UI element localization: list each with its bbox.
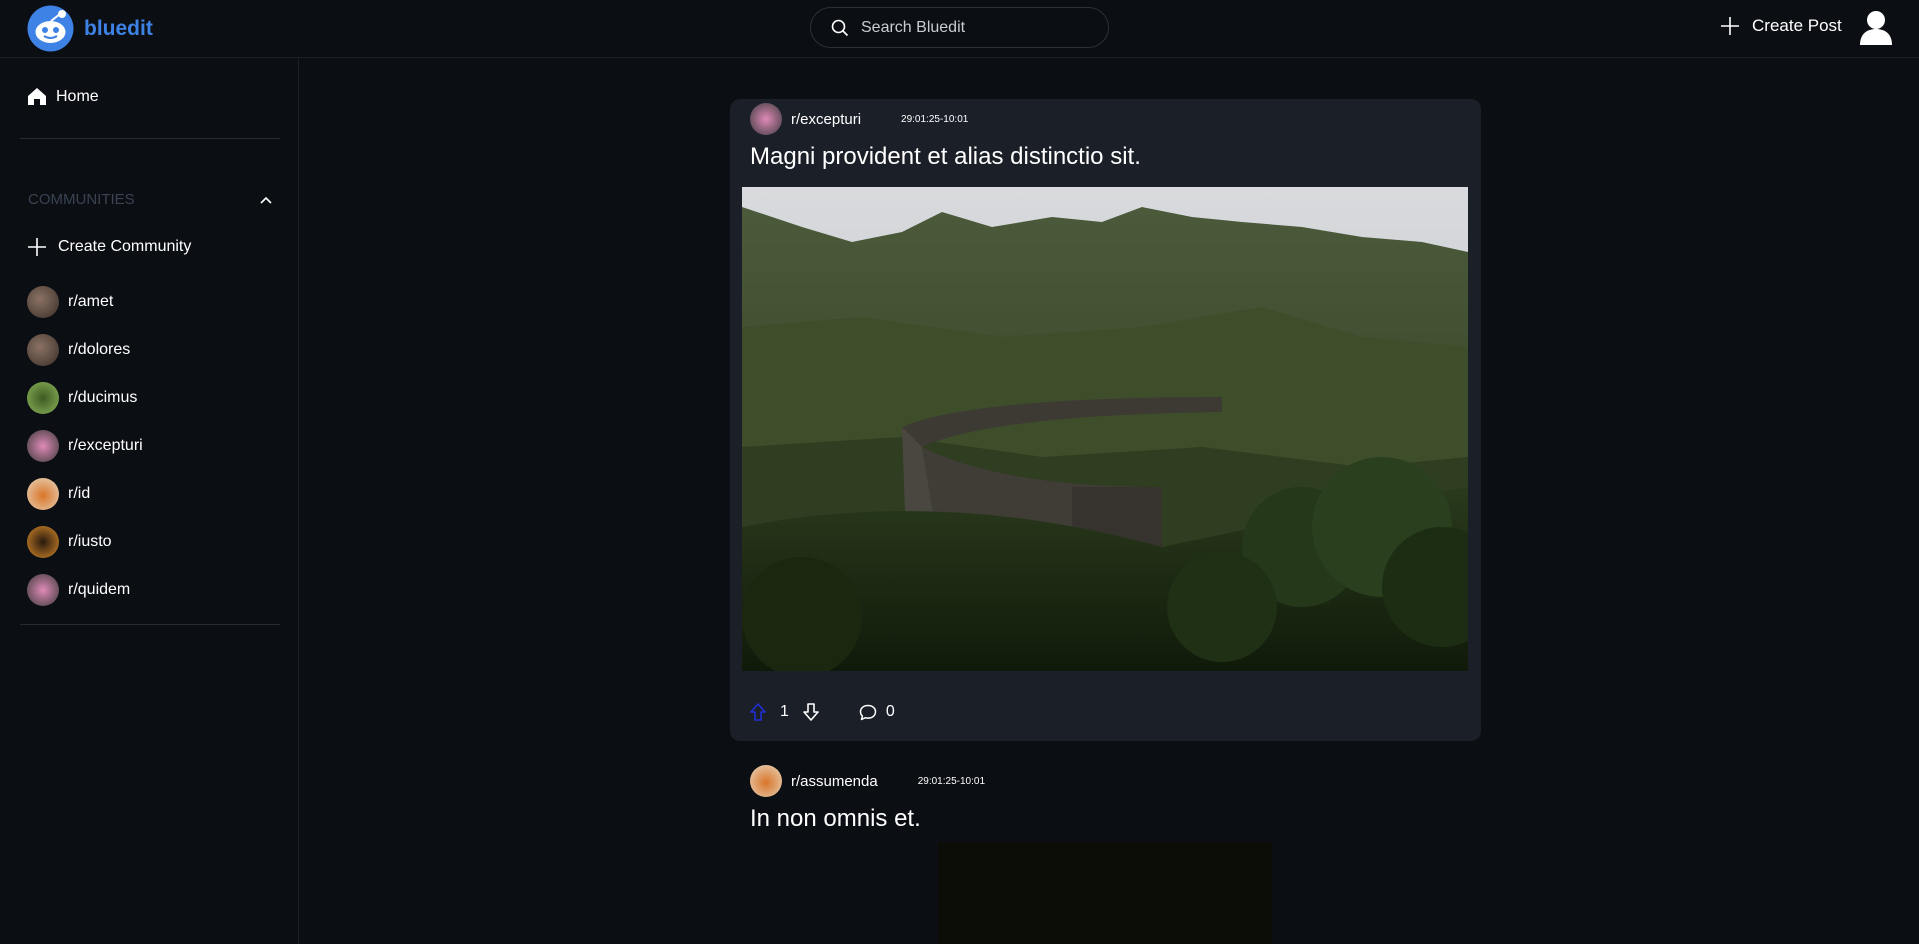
post-title[interactable]: In non omnis et. (750, 805, 921, 833)
post-community-link[interactable]: r/excepturi (791, 111, 861, 128)
sidebar: Home COMMUNITIES Create Community r/amet… (0, 58, 299, 944)
plus-icon (1721, 17, 1739, 35)
sidebar-item-home[interactable]: Home (27, 87, 99, 106)
post-header: r/assumenda 29:01:25-10:01 (750, 765, 985, 797)
community-label: r/iusto (68, 533, 112, 550)
sidebar-item-community[interactable]: r/excepturi (27, 422, 143, 470)
brand-name: bluedit (84, 16, 153, 40)
community-list: r/amet r/dolores r/ducimus r/excepturi r… (27, 278, 143, 614)
community-avatar (27, 334, 59, 366)
search-bar[interactable] (810, 7, 1109, 48)
sidebar-item-community[interactable]: r/dolores (27, 326, 143, 374)
upvote-icon[interactable] (750, 703, 766, 721)
bluedit-logo-icon (27, 5, 74, 52)
post-community-link[interactable]: r/assumenda (791, 773, 878, 790)
logo[interactable]: bluedit (27, 5, 153, 52)
create-community-button[interactable]: Create Community (27, 237, 191, 257)
sidebar-item-label: Home (56, 87, 99, 105)
sidebar-item-community[interactable]: r/ducimus (27, 374, 143, 422)
community-label: r/ducimus (68, 389, 138, 406)
vote-score: 1 (780, 703, 789, 720)
comment-count: 0 (885, 703, 895, 720)
home-icon (28, 88, 46, 105)
post-actions: 1 0 (750, 703, 895, 721)
search-input[interactable] (859, 17, 1093, 38)
post-title[interactable]: Magni provident et alias distinctio sit. (750, 143, 1141, 171)
sidebar-item-community[interactable]: r/iusto (27, 518, 143, 566)
downvote-icon[interactable] (803, 703, 819, 721)
divider (20, 624, 280, 625)
divider (20, 138, 280, 139)
user-avatar-icon (1860, 11, 1892, 45)
sidebar-item-community[interactable]: r/quidem (27, 566, 143, 614)
community-avatar (750, 765, 782, 797)
community-avatar (750, 103, 782, 135)
top-header: bluedit Create Post (0, 0, 1919, 58)
community-label: r/id (68, 485, 91, 502)
sidebar-item-community[interactable]: r/id (27, 470, 143, 518)
community-avatar (27, 430, 59, 462)
communities-heading: COMMUNITIES (28, 191, 135, 208)
create-post-button[interactable]: Create Post (1720, 16, 1842, 36)
post-timestamp: 29:01:25-10:01 (901, 113, 969, 125)
create-community-label: Create Community (58, 238, 192, 255)
comments-button[interactable]: 0 (859, 703, 895, 721)
community-avatar (27, 526, 59, 558)
create-post-label: Create Post (1752, 16, 1842, 35)
sidebar-item-community[interactable]: r/amet (27, 278, 143, 326)
post-header: r/excepturi 29:01:25-10:01 (750, 103, 968, 135)
search-icon (831, 19, 849, 36)
community-avatar (27, 382, 59, 414)
community-label: r/amet (68, 293, 114, 310)
user-menu[interactable] (1859, 10, 1893, 51)
comment-icon (859, 704, 877, 720)
plus-icon (28, 238, 46, 256)
community-avatar (27, 574, 59, 606)
community-avatar (27, 286, 59, 318)
community-label: r/excepturi (68, 437, 143, 454)
post-card[interactable]: r/assumenda 29:01:25-10:01 In non omnis … (730, 760, 1481, 944)
post-timestamp: 29:01:25-10:01 (917, 775, 985, 787)
chevron-up-icon (260, 196, 272, 204)
community-label: r/quidem (68, 581, 131, 598)
post-card[interactable]: r/excepturi 29:01:25-10:01 Magni provide… (730, 99, 1481, 741)
communities-toggle[interactable]: COMMUNITIES (28, 191, 272, 208)
post-image[interactable] (938, 842, 1272, 944)
community-label: r/dolores (68, 341, 131, 358)
community-avatar (27, 478, 59, 510)
post-image[interactable] (742, 187, 1468, 671)
